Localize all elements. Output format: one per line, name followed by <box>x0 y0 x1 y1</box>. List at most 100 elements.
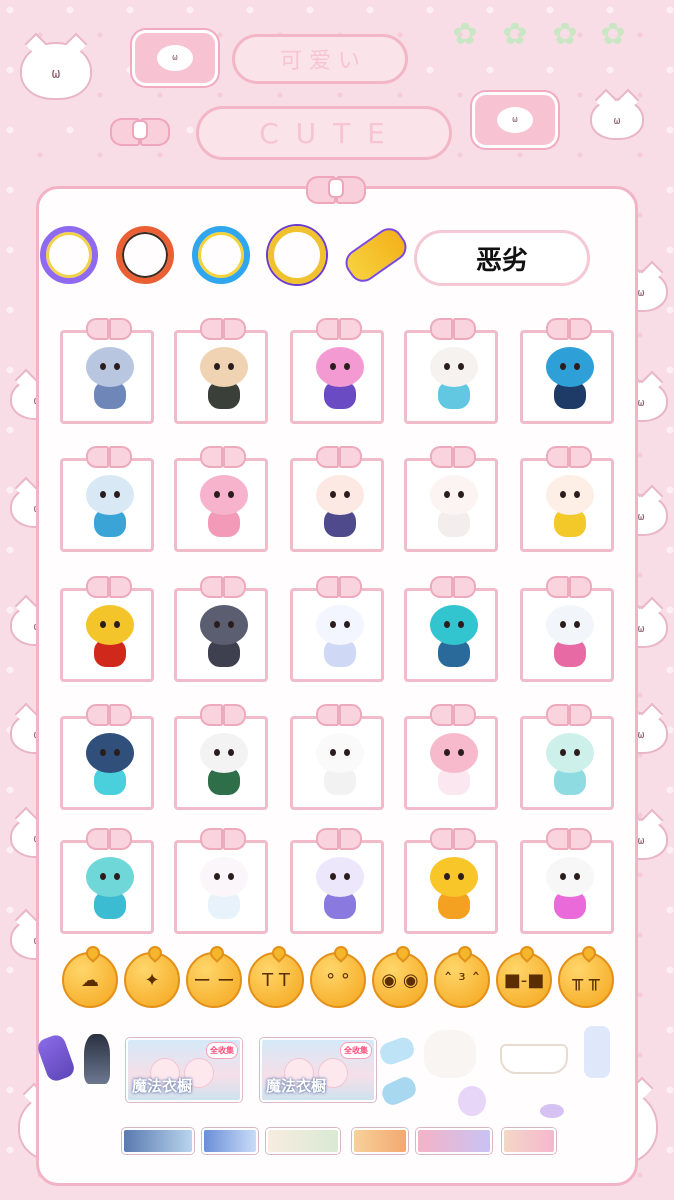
figure-dark-warrior <box>194 347 254 411</box>
bathtub-item[interactable] <box>500 1044 568 1074</box>
raincloud-emoji[interactable]: ☁ <box>62 952 118 1008</box>
figure-blue-princess-card[interactable] <box>60 330 154 424</box>
figure-eye <box>228 749 234 756</box>
clover-icon: ✿ <box>600 17 626 52</box>
figure-cat-robot-card[interactable] <box>404 588 498 682</box>
figure-head <box>200 475 248 515</box>
card-banner-2[interactable] <box>202 1128 258 1154</box>
bow-icon <box>86 702 132 726</box>
figure-eye <box>100 491 106 498</box>
figure-pink-hair-girl <box>310 347 370 411</box>
figure-pink-bear-card[interactable] <box>404 716 498 810</box>
shocked-emoji[interactable]: ◉ ◉ <box>372 952 428 1008</box>
figure-blue-robot-card[interactable] <box>520 330 614 424</box>
figure-sailor-eggy-card[interactable] <box>290 458 384 552</box>
wardrobe-card-1[interactable]: 全收集 魔法衣橱 <box>126 1038 242 1102</box>
figure-eye <box>560 873 566 880</box>
blue-frame-item[interactable] <box>192 226 250 284</box>
figure-white-bunny-ghost <box>310 733 370 797</box>
emoji-face: ° ° <box>326 969 350 991</box>
purple-frame-item[interactable] <box>40 226 98 284</box>
figure-mech-bunny-card[interactable] <box>60 458 154 552</box>
figure-eye <box>444 873 450 880</box>
player-name-box: 恶劣 <box>414 230 590 286</box>
player-name: 恶劣 <box>475 245 528 276</box>
figure-eye <box>344 363 350 370</box>
card-banner-4[interactable] <box>352 1128 408 1154</box>
figure-magenta-antenna-card[interactable] <box>520 840 614 934</box>
envelope-icon: ω <box>132 30 218 86</box>
bow-icon <box>86 444 132 468</box>
header-pill-cute: C U T E <box>196 106 452 160</box>
firework-emoji[interactable]: ✦ <box>124 952 180 1008</box>
sweat-emoji[interactable]: ° ° <box>310 952 366 1008</box>
header-pill-kawaii: 可 爱 い <box>232 34 408 84</box>
figure-eye <box>330 749 336 756</box>
figure-white-pink-bunny-card[interactable] <box>174 840 268 934</box>
emoji-face: ☁ <box>81 969 99 991</box>
figure-eye <box>444 491 450 498</box>
figure-head <box>430 857 478 897</box>
yellow-stick-item[interactable] <box>340 222 412 288</box>
gold-frame-item[interactable] <box>268 226 326 284</box>
figure-eye <box>574 621 580 628</box>
kiss-emoji[interactable]: ˆ ³ ˆ <box>434 952 490 1008</box>
figure-eye <box>214 363 220 370</box>
figure-pink-hair-girl-card[interactable] <box>290 330 384 424</box>
figure-head <box>86 475 134 515</box>
figure-white-bunny-ghost-card[interactable] <box>290 716 384 810</box>
figure-yellow-duck-astro-card[interactable] <box>404 840 498 934</box>
figure-dark-warrior-card[interactable] <box>174 330 268 424</box>
bow-icon <box>430 444 476 468</box>
figure-panda-warrior-card[interactable] <box>174 716 268 810</box>
figure-pink-eggy-card[interactable] <box>174 458 268 552</box>
figure-eye <box>330 363 336 370</box>
bow-icon <box>200 574 246 598</box>
figure-white-pink-bunny <box>194 857 254 921</box>
figure-cat-robot <box>424 605 484 669</box>
figure-eye <box>114 491 120 498</box>
figure-head <box>316 347 364 387</box>
smug-emoji[interactable]: ー ー <box>186 952 242 1008</box>
figure-panda-warrior <box>194 733 254 797</box>
figure-eye <box>560 749 566 756</box>
crying-emoji[interactable]: T T <box>248 952 304 1008</box>
figure-white-eggy-card[interactable] <box>404 458 498 552</box>
figure-teal-dino-card[interactable] <box>60 840 154 934</box>
figure-eye <box>574 873 580 880</box>
figure-dark-cat-card[interactable] <box>60 716 154 810</box>
tornado-item[interactable] <box>84 1034 110 1084</box>
sunglasses-emoji[interactable]: ■-■ <box>496 952 552 1008</box>
card-banner-3[interactable] <box>266 1128 340 1154</box>
card-banner-5[interactable] <box>416 1128 492 1154</box>
figure-head <box>430 475 478 515</box>
figure-gray-wolf-card[interactable] <box>174 588 268 682</box>
bow-icon <box>546 574 592 598</box>
card-banner-1[interactable] <box>122 1128 194 1154</box>
wardrobe-card-2[interactable]: 全收集 魔法衣橱 <box>260 1038 376 1102</box>
figure-head <box>86 733 134 773</box>
figure-white-eggy <box>424 475 484 539</box>
slime-item[interactable] <box>540 1104 564 1118</box>
figure-eye <box>344 621 350 628</box>
white-cat-item[interactable] <box>424 1030 476 1078</box>
figure-mint-bird <box>540 733 600 797</box>
orange-frame-item[interactable] <box>116 226 174 284</box>
figure-eye <box>458 363 464 370</box>
figure-eye <box>330 491 336 498</box>
figure-bee-eggy-card[interactable] <box>520 458 614 552</box>
figure-ghost-cloud-card[interactable] <box>290 588 384 682</box>
figure-mint-bird-card[interactable] <box>520 716 614 810</box>
figure-eye <box>228 363 234 370</box>
figure-purple-astronaut-card[interactable] <box>290 840 384 934</box>
sob-emoji[interactable]: ╥ ╥ <box>558 952 614 1008</box>
figure-white-llama-card[interactable] <box>404 330 498 424</box>
bow-icon <box>316 826 362 850</box>
figure-head <box>546 605 594 645</box>
figure-red-helmet-card[interactable] <box>60 588 154 682</box>
card-banner-6[interactable] <box>502 1128 556 1154</box>
bunny-item[interactable] <box>458 1086 486 1116</box>
chair-item[interactable] <box>584 1026 610 1078</box>
figure-head <box>200 857 248 897</box>
figure-pink-bunny-robot-card[interactable] <box>520 588 614 682</box>
